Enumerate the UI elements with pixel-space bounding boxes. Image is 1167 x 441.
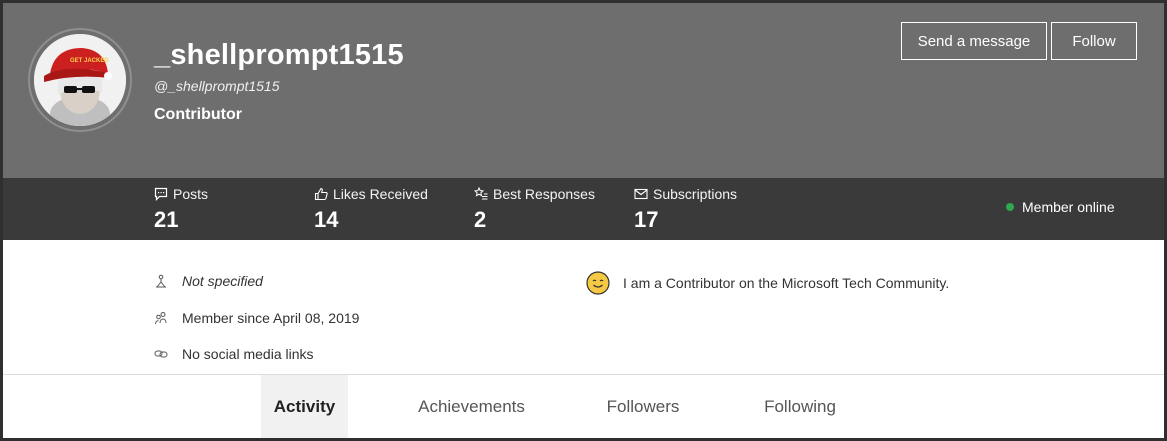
- stat-likes[interactable]: Likes Received 14: [314, 186, 428, 233]
- stat-posts-label-row: Posts: [154, 186, 208, 202]
- stat-subscriptions-label-row: Subscriptions: [634, 186, 737, 202]
- social-row: No social media links: [154, 346, 314, 362]
- member-since-row: Member since April 08, 2019: [154, 310, 359, 326]
- location-icon: [156, 274, 166, 288]
- star-list-icon: [474, 187, 488, 200]
- online-dot-icon: [1006, 203, 1014, 211]
- profile-header: GET JACKED _shellprompt1515 @_shellpromp…: [3, 3, 1164, 178]
- people-icon: [155, 312, 167, 325]
- tab-achievements[interactable]: Achievements: [403, 375, 540, 438]
- tab-followers[interactable]: Followers: [593, 375, 693, 438]
- tab-activity[interactable]: Activity: [261, 375, 348, 438]
- location-row: Not specified: [154, 273, 263, 289]
- user-rank: Contributor: [154, 106, 242, 123]
- stat-value: 14: [314, 207, 339, 232]
- stats-bar: Posts 21 Likes Received 14 Best Response…: [3, 178, 1164, 240]
- location-text: Not specified: [182, 273, 263, 289]
- stat-best-label-row: Best Responses: [474, 186, 595, 202]
- stat-label: Subscriptions: [653, 186, 738, 202]
- speech-bubble-icon: [154, 187, 168, 201]
- stat-label: Best Responses: [493, 186, 595, 202]
- envelope-icon: [634, 188, 648, 200]
- stat-value: 21: [154, 207, 179, 232]
- follow-button[interactable]: Follow: [1051, 22, 1137, 60]
- page-title: _shellprompt1515: [154, 39, 404, 71]
- social-text: No social media links: [182, 346, 314, 362]
- stat-posts[interactable]: Posts 21: [154, 186, 208, 233]
- stat-label: Likes Received: [333, 186, 428, 202]
- bio: I am a Contributor on the Microsoft Tech…: [586, 271, 949, 295]
- stat-best-responses[interactable]: Best Responses 2: [474, 186, 595, 233]
- link-icon: [154, 350, 168, 358]
- avatar-cap-text: GET JACKED: [70, 58, 109, 64]
- stat-label: Posts: [173, 186, 209, 202]
- profile-tabs: Activity Achievements Followers Followin…: [3, 374, 1164, 438]
- bio-text: I am a Contributor on the Microsoft Tech…: [623, 275, 950, 291]
- stat-value: 2: [474, 207, 487, 232]
- profile-info: Not specified Member since April 08, 201…: [3, 240, 1164, 374]
- online-status: Member online: [1006, 199, 1115, 215]
- avatar[interactable]: GET JACKED: [28, 28, 132, 132]
- avatar-image: GET JACKED: [34, 34, 126, 126]
- profile-page: GET JACKED _shellprompt1515 @_shellpromp…: [0, 0, 1167, 441]
- smile-emoji-icon: [586, 271, 610, 295]
- stat-subscriptions[interactable]: Subscriptions 17: [634, 186, 737, 233]
- thumbs-up-icon: [314, 187, 328, 201]
- stat-likes-label-row: Likes Received: [314, 186, 428, 202]
- tab-following[interactable]: Following: [748, 375, 852, 438]
- stat-value: 17: [634, 207, 659, 232]
- member-since-text: Member since April 08, 2019: [182, 310, 360, 326]
- online-status-label: Member online: [1022, 199, 1115, 215]
- send-message-button[interactable]: Send a message: [901, 22, 1047, 60]
- user-handle: @_shellprompt1515: [154, 78, 280, 94]
